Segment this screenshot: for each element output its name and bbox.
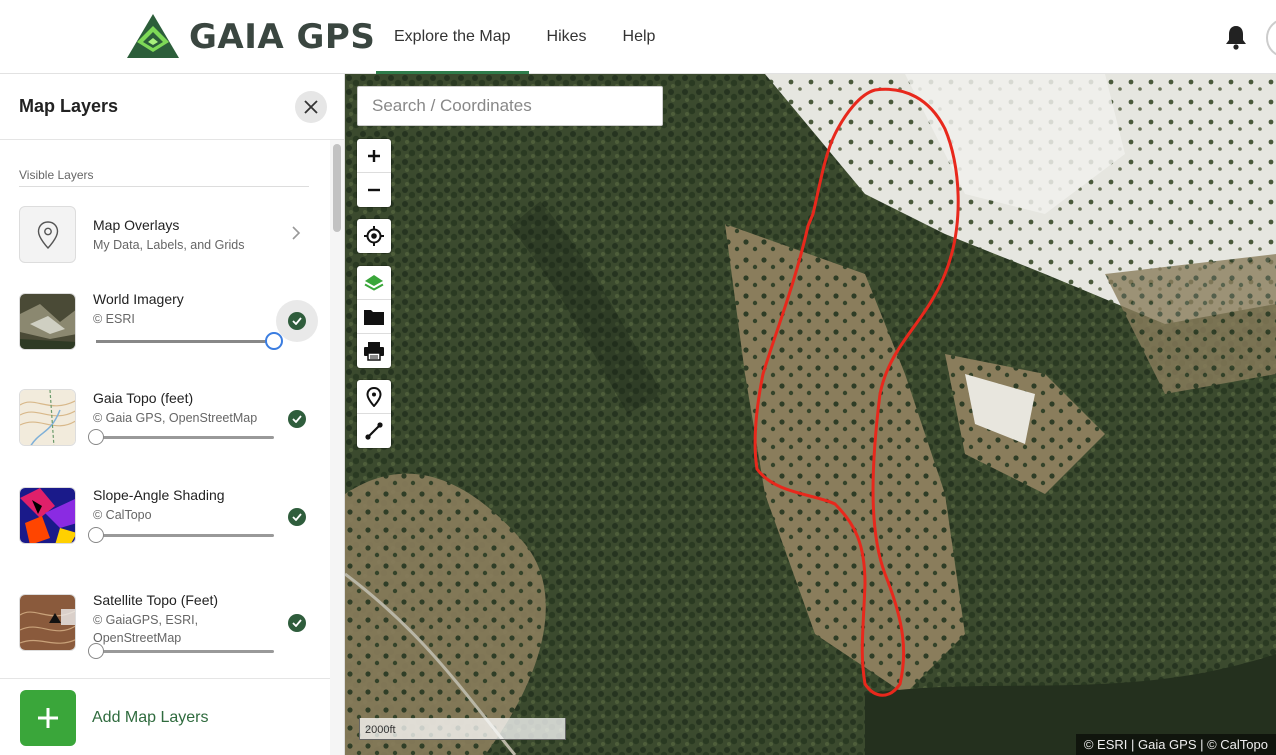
gaia-logo-icon bbox=[127, 14, 179, 58]
slider-knob[interactable] bbox=[88, 643, 104, 659]
opacity-slider[interactable] bbox=[88, 643, 274, 659]
layers-button[interactable] bbox=[357, 266, 391, 300]
layer-name: Satellite Topo (Feet) bbox=[93, 592, 219, 608]
zoom-out-icon bbox=[368, 188, 380, 192]
bell-icon[interactable] bbox=[1225, 24, 1247, 50]
panel-scrollbar-track[interactable] bbox=[330, 140, 344, 755]
slope-angle-thumb bbox=[19, 487, 76, 544]
layer-row-world-imagery: World Imagery © ESRI bbox=[19, 291, 319, 373]
layer-subtitle: © GaiaGPS, ESRI, OpenStreetMap bbox=[93, 613, 199, 645]
slider-knob[interactable] bbox=[265, 332, 283, 350]
panel-header: Map Layers bbox=[0, 74, 344, 140]
opacity-slider[interactable] bbox=[96, 332, 283, 350]
layer-name: Slope-Angle Shading bbox=[93, 487, 225, 503]
print-icon bbox=[364, 342, 384, 361]
add-map-layers-label[interactable]: Add Map Layers bbox=[92, 709, 209, 727]
add-map-layers-button[interactable] bbox=[20, 690, 76, 746]
layer-name: World Imagery bbox=[93, 291, 184, 307]
layer-subtitle: © ESRI bbox=[93, 312, 135, 326]
zoom-in-button[interactable] bbox=[357, 139, 391, 173]
panel-scrollbar-thumb[interactable] bbox=[333, 144, 341, 232]
slider-fill bbox=[96, 340, 274, 343]
opacity-slider[interactable] bbox=[88, 527, 274, 543]
panel-title: Map Layers bbox=[19, 96, 119, 116]
tools-controls bbox=[357, 266, 391, 368]
layer-row-gaia-topo: Gaia Topo (feet) © Gaia GPS, OpenStreetM… bbox=[19, 389, 319, 469]
satellite-topo-thumb bbox=[19, 594, 76, 651]
nav-explore-the-map[interactable]: Explore the Map bbox=[376, 0, 529, 74]
close-icon bbox=[304, 100, 318, 114]
layer-visible-toggle[interactable] bbox=[288, 614, 306, 632]
layer-visible-toggle[interactable] bbox=[288, 508, 306, 526]
print-button[interactable] bbox=[357, 334, 391, 368]
map-layers-panel: Map Layers Visible Layers Map Overlays M… bbox=[0, 74, 345, 755]
layer-visible-toggle[interactable] bbox=[288, 410, 306, 428]
checkmark-icon bbox=[292, 317, 302, 325]
main-nav: Explore the Map Hikes Help bbox=[376, 0, 673, 74]
checkmark-icon bbox=[292, 513, 302, 521]
plus-icon bbox=[38, 708, 58, 728]
slider-knob[interactable] bbox=[88, 429, 104, 445]
gaia-gps-logo[interactable]: GAIA GPS bbox=[125, 12, 375, 62]
zoom-out-button[interactable] bbox=[357, 173, 391, 207]
gaia-topo-thumb bbox=[19, 389, 76, 446]
layers-icon bbox=[364, 274, 384, 291]
checkmark-icon bbox=[292, 415, 302, 423]
locate-control bbox=[357, 219, 391, 253]
map-pin-icon bbox=[37, 220, 58, 249]
top-header: GAIA GPS Explore the Map Hikes Help bbox=[0, 0, 1276, 74]
layer-subtitle: © Gaia GPS, OpenStreetMap bbox=[93, 411, 258, 425]
locate-icon bbox=[364, 226, 384, 246]
locate-button[interactable] bbox=[357, 219, 391, 253]
map-canvas[interactable]: 2000ft © ESRI | Gaia GPS | © CalTopo bbox=[345, 74, 1276, 755]
saved-items-button[interactable] bbox=[357, 300, 391, 334]
scale-bar: 2000ft bbox=[359, 718, 566, 740]
folder-icon bbox=[364, 309, 384, 325]
section-divider bbox=[19, 186, 309, 187]
opacity-slider[interactable] bbox=[88, 429, 274, 445]
layer-subtitle: My Data, Labels, and Grids bbox=[93, 238, 245, 252]
zoom-controls bbox=[357, 139, 391, 207]
layer-row-satellite-topo: Satellite Topo (Feet) © GaiaGPS, ESRI, O… bbox=[19, 592, 319, 678]
satellite-imagery bbox=[345, 74, 1276, 755]
layer-name: Map Overlays bbox=[93, 217, 180, 233]
add-map-layers-row[interactable]: Add Map Layers bbox=[0, 678, 330, 755]
draw-controls bbox=[357, 380, 391, 448]
search-coordinates-input[interactable] bbox=[358, 87, 662, 125]
slider-knob[interactable] bbox=[88, 527, 104, 543]
map-attribution[interactable]: © ESRI | Gaia GPS | © CalTopo bbox=[1075, 734, 1276, 755]
checkmark-icon bbox=[292, 619, 302, 627]
create-route-button[interactable] bbox=[357, 414, 391, 448]
layer-visible-toggle[interactable] bbox=[288, 312, 306, 330]
map-overlays-row[interactable]: Map Overlays My Data, Labels, and Grids bbox=[19, 206, 319, 263]
layer-name: Gaia Topo (feet) bbox=[93, 390, 194, 406]
world-imagery-thumb bbox=[19, 293, 76, 350]
add-marker-button[interactable] bbox=[357, 380, 391, 414]
chevron-right-icon bbox=[292, 226, 301, 240]
marker-icon bbox=[366, 386, 382, 407]
route-icon bbox=[365, 422, 383, 440]
layer-row-slope-angle-shading: Slope-Angle Shading © CalTopo bbox=[19, 487, 319, 567]
nav-hikes[interactable]: Hikes bbox=[529, 0, 605, 74]
nav-help[interactable]: Help bbox=[605, 0, 674, 74]
zoom-in-icon bbox=[368, 149, 380, 162]
layer-subtitle: © CalTopo bbox=[93, 508, 152, 522]
logo-text: GAIA GPS bbox=[189, 17, 376, 57]
user-avatar[interactable] bbox=[1266, 18, 1276, 58]
map-search-box[interactable] bbox=[357, 86, 663, 126]
visible-layers-label: Visible Layers bbox=[19, 168, 94, 182]
map-overlays-thumb bbox=[19, 206, 76, 263]
close-panel-button[interactable] bbox=[295, 91, 327, 123]
